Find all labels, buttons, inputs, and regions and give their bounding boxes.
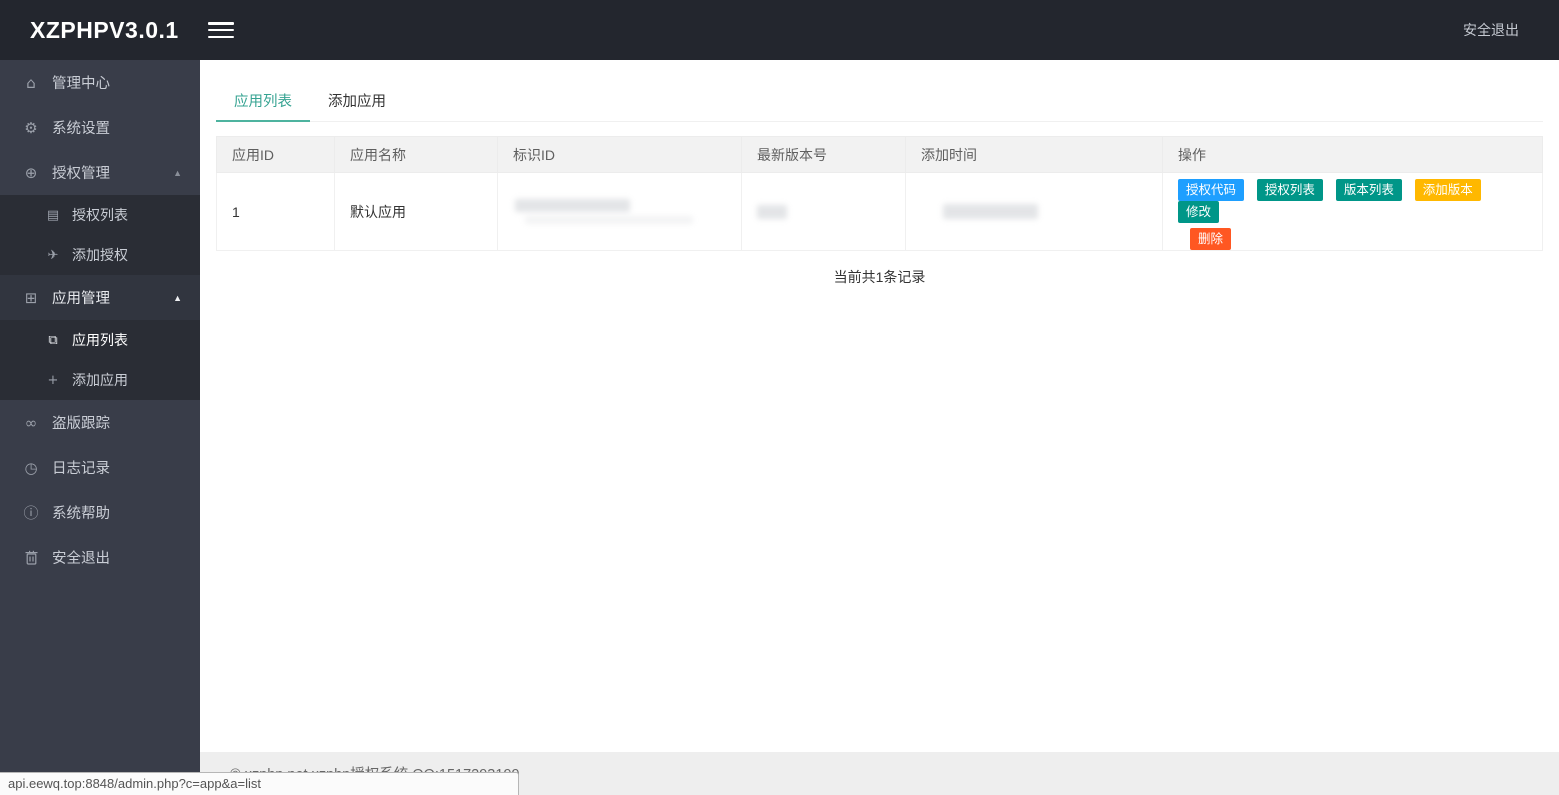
sidebar-item-label: 应用列表: [72, 332, 128, 348]
gear-icon: ⚙: [24, 118, 38, 137]
chevron-up-icon: ▲: [173, 167, 182, 178]
sidebar-item-add-auth[interactable]: ✈ 添加授权: [0, 235, 200, 275]
layers-icon: ⧉: [48, 332, 58, 348]
sidebar-item-app-list[interactable]: ⧉ 应用列表: [0, 320, 200, 360]
tab-add-app[interactable]: 添加应用: [310, 88, 404, 121]
auth-list-button[interactable]: 授权列表: [1256, 179, 1323, 201]
home-icon: ⌂: [26, 73, 36, 92]
plus-icon: +: [47, 372, 59, 388]
grid-icon: ⊞: [24, 288, 38, 307]
app-table: 应用ID 应用名称 标识ID 最新版本号 添加时间 操作 1 默认应用 授权代码…: [216, 136, 1543, 251]
sidebar-item-label: 日志记录: [52, 461, 110, 477]
sidebar-item-app-manage[interactable]: ⊞ 应用管理 ▲: [0, 275, 200, 320]
table-header-row: 应用ID 应用名称 标识ID 最新版本号 添加时间 操作: [216, 136, 1543, 173]
logout-link[interactable]: 安全退出: [1463, 20, 1519, 40]
info-icon: ⓘ: [23, 504, 39, 522]
tab-bar: 应用列表 添加应用: [216, 88, 1543, 122]
col-header-added-time: 添加时间: [905, 136, 1163, 173]
add-version-button[interactable]: 添加版本: [1414, 179, 1481, 201]
modify-button[interactable]: 修改: [1178, 201, 1220, 223]
auth-code-button[interactable]: 授权代码: [1178, 179, 1245, 201]
sidebar-item-label: 盗版跟踪: [52, 416, 110, 432]
globe-icon: ⊕: [24, 163, 38, 182]
cell-latest-version-redacted: [741, 172, 906, 251]
sidebar-item-system-settings[interactable]: ⚙ 系统设置: [0, 105, 200, 150]
col-header-app-name: 应用名称: [334, 136, 498, 173]
table-row: 1 默认应用 授权代码 授权列表 版本列表 添加版本 修改 删除: [216, 172, 1543, 251]
cell-added-time-redacted: [905, 172, 1163, 251]
sidebar-item-label: 授权列表: [72, 207, 128, 223]
auth-submenu: ▤ 授权列表 ✈ 添加授权: [0, 195, 200, 275]
col-header-app-id: 应用ID: [216, 136, 335, 173]
hamburger-menu-icon[interactable]: [208, 22, 234, 38]
sidebar-item-label: 安全退出: [52, 551, 110, 567]
sidebar-item-label: 系统设置: [52, 121, 110, 137]
version-list-button[interactable]: 版本列表: [1335, 179, 1402, 201]
sidebar-item-label: 授权管理: [52, 166, 110, 182]
top-bar: XZPHPV3.0.1 安全退出: [0, 0, 1559, 60]
sidebar: ⌂ 管理中心 ⚙ 系统设置 ⊕ 授权管理 ▲ ▤ 授权列表 ✈ 添加授权 ⊞ 应…: [0, 60, 200, 795]
col-header-latest-version: 最新版本号: [741, 136, 906, 173]
clock-icon: ◷: [24, 458, 38, 477]
chevron-up-icon: ▲: [173, 292, 182, 303]
sidebar-item-system-help[interactable]: ⓘ 系统帮助: [0, 490, 200, 535]
cell-actions: 授权代码 授权列表 版本列表 添加版本 修改 删除: [1162, 172, 1543, 251]
tab-app-list[interactable]: 应用列表: [216, 88, 310, 122]
col-header-identifier: 标识ID: [497, 136, 742, 173]
send-icon: ✈: [47, 247, 59, 263]
sidebar-item-auth-manage[interactable]: ⊕ 授权管理 ▲: [0, 150, 200, 195]
sidebar-item-log-record[interactable]: ◷ 日志记录: [0, 445, 200, 490]
status-url: api.eewq.top:8848/admin.php?c=app&a=list: [8, 776, 261, 791]
record-count: 当前共1条记录: [833, 269, 926, 285]
sidebar-item-label: 系统帮助: [52, 506, 110, 522]
cell-app-name: 默认应用: [334, 172, 498, 251]
cell-app-id: 1: [216, 172, 335, 251]
delete-button[interactable]: 删除: [1190, 228, 1232, 250]
main-content: 应用列表 添加应用 应用ID 应用名称 标识ID 最新版本号 添加时间 操作 1…: [200, 60, 1559, 795]
sidebar-item-manage-center[interactable]: ⌂ 管理中心: [0, 60, 200, 105]
trash-icon: [21, 550, 41, 565]
sidebar-item-safe-logout[interactable]: 安全退出: [0, 535, 200, 580]
sidebar-item-piracy-track[interactable]: ∞ 盗版跟踪: [0, 400, 200, 445]
app-title: XZPHPV3.0.1: [30, 16, 179, 43]
sidebar-item-auth-list[interactable]: ▤ 授权列表: [0, 195, 200, 235]
app-submenu: ⧉ 应用列表 + 添加应用: [0, 320, 200, 400]
browser-status-bar: api.eewq.top:8848/admin.php?c=app&a=list: [0, 772, 519, 795]
cell-identifier-redacted: [497, 172, 742, 251]
sidebar-item-label: 添加应用: [72, 372, 128, 388]
document-icon: ▤: [46, 207, 60, 223]
link-icon: ∞: [24, 413, 38, 432]
sidebar-item-label: 管理中心: [52, 76, 110, 92]
sidebar-item-add-app[interactable]: + 添加应用: [0, 360, 200, 400]
sidebar-item-label: 应用管理: [52, 291, 110, 307]
col-header-actions: 操作: [1162, 136, 1543, 173]
sidebar-item-label: 添加授权: [72, 247, 128, 263]
